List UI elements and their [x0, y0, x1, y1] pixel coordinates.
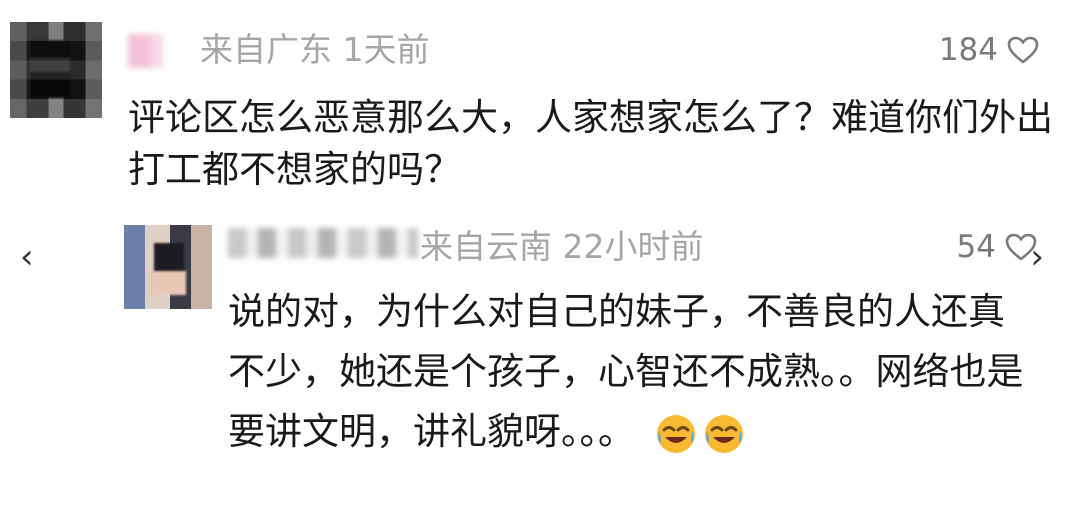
- reply-body: 说的对，为什么对自己的妹子，不善良的人还真不少，她还是个孩子，心智还不成熟。。网…: [228, 290, 1024, 453]
- blurred-username-commenter[interactable]: [128, 34, 178, 68]
- comment-text-main: 评论区怎么恶意那么大，人家想家怎么了？难道你们外出打工都不想家的吗？: [128, 96, 1053, 191]
- like-button-reply[interactable]: 54: [957, 227, 1038, 267]
- heart-outline-icon[interactable]: [1006, 35, 1040, 65]
- comment-meta-reply: 来自云南 22小时前: [420, 227, 704, 266]
- avatar-replier[interactable]: [124, 225, 212, 309]
- rolling-laughing-crying-face-icon: [703, 413, 745, 455]
- rolling-laughing-crying-face-icon: [655, 413, 697, 455]
- comment-meta-main: 来自广东 1天前: [200, 30, 430, 69]
- comment-thread: 来自广东 1天前 184 评论区怎么恶意那么大，人家想家怎么了？难道你们外出打工…: [0, 0, 1080, 515]
- like-count-main: 184: [938, 32, 998, 68]
- like-button-main[interactable]: 184: [939, 30, 1040, 70]
- chevron-left-icon[interactable]: ‹: [20, 240, 34, 274]
- avatar-commenter[interactable]: [10, 22, 102, 118]
- like-count-reply: 54: [956, 229, 996, 265]
- emoji-row: [655, 413, 745, 455]
- comment-text-reply: 说的对，为什么对自己的妹子，不善良的人还真不少，她还是个孩子，心智还不成熟。。网…: [228, 282, 1028, 462]
- chevron-right-icon[interactable]: ›: [1030, 240, 1044, 274]
- blurred-username-replier[interactable]: [228, 228, 418, 258]
